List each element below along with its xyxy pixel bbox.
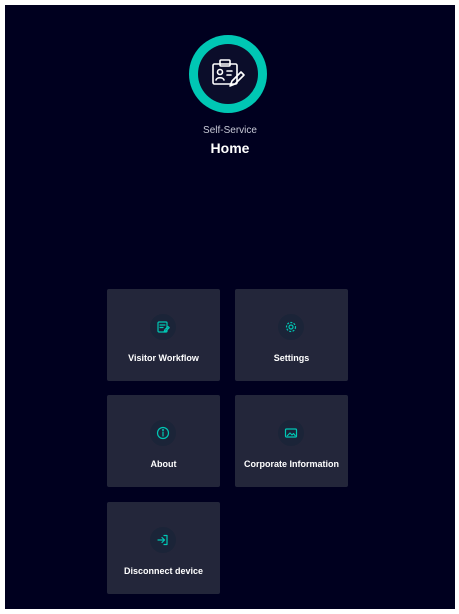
edit-note-icon	[150, 314, 176, 340]
corporate-information-tile[interactable]: Corporate Information	[235, 395, 348, 487]
image-card-icon	[278, 420, 304, 446]
about-tile[interactable]: About	[107, 395, 220, 487]
app-subtitle: Self-Service	[203, 125, 257, 136]
visitor-workflow-label: Visitor Workflow	[128, 353, 199, 363]
about-label: About	[150, 459, 177, 469]
info-icon	[150, 420, 176, 446]
disconnect-device-label: Disconnect device	[123, 566, 204, 576]
settings-tile[interactable]: Settings	[235, 289, 348, 381]
disconnect-device-tile[interactable]: Disconnect device	[107, 502, 220, 594]
app-logo	[189, 35, 267, 113]
logout-icon	[150, 527, 176, 553]
self-service-home-screen: Self-Service Home Visitor Workflow Setti…	[5, 5, 455, 609]
page-title: Home	[210, 140, 250, 156]
gear-icon	[278, 314, 304, 340]
visitor-badge-edit-icon	[198, 44, 258, 104]
settings-label: Settings	[273, 353, 310, 363]
corporate-information-label: Corporate Information	[243, 459, 339, 469]
visitor-workflow-tile[interactable]: Visitor Workflow	[107, 289, 220, 381]
